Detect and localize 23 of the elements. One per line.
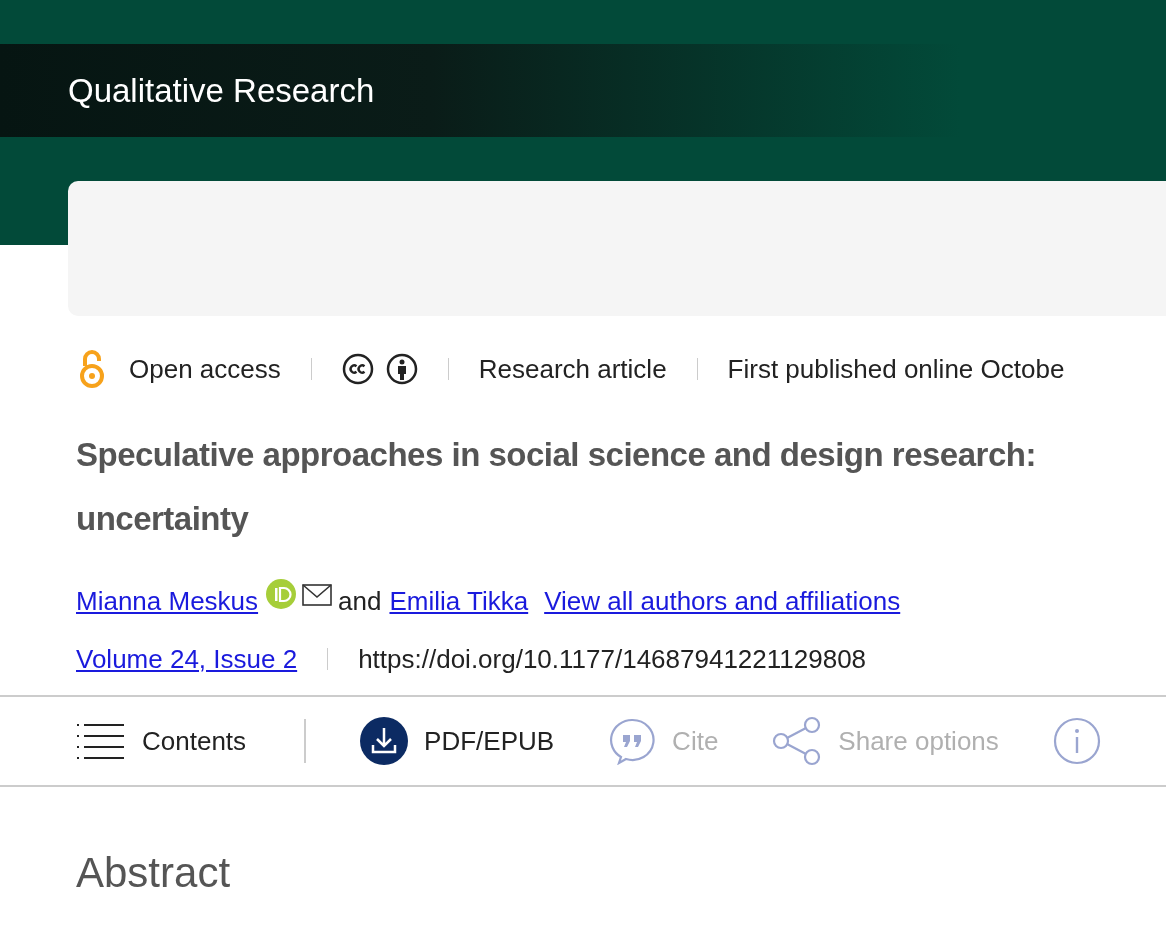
author-link[interactable]: Mianna Meskus [76,585,259,617]
share-icon [772,716,823,766]
author-joiner: and [338,585,382,617]
contents-button[interactable]: Contents [76,721,247,761]
article-title: uncertainty [76,499,250,539]
article-title: Speculative approaches in social science and design research: [76,435,1037,475]
article-type: Research article [478,353,667,385]
download-icon [360,717,409,765]
publication-date: First published online Octobe [727,353,1065,385]
cc-license-icon [341,353,374,385]
open-lock-icon [79,350,105,388]
menu-icon [76,721,126,761]
author-link[interactable]: Emilia Tikka [389,585,529,617]
section-heading: Abstract [76,849,232,897]
quote-bubble-icon [608,717,657,765]
doi-text: https://doi.org/10.1177/14687941221129808 [358,643,867,675]
authors-affiliations-link[interactable]: View all authors and affiliations [544,585,901,617]
person-icon [385,353,418,385]
info-icon [1052,717,1101,765]
access-label: Open access [129,353,281,385]
issue-link[interactable]: Volume 24, Issue 2 [76,643,298,675]
journal-title[interactable]: Qualitative Research [68,71,375,110]
pdf-button[interactable]: PDF/EPUB [360,717,555,765]
